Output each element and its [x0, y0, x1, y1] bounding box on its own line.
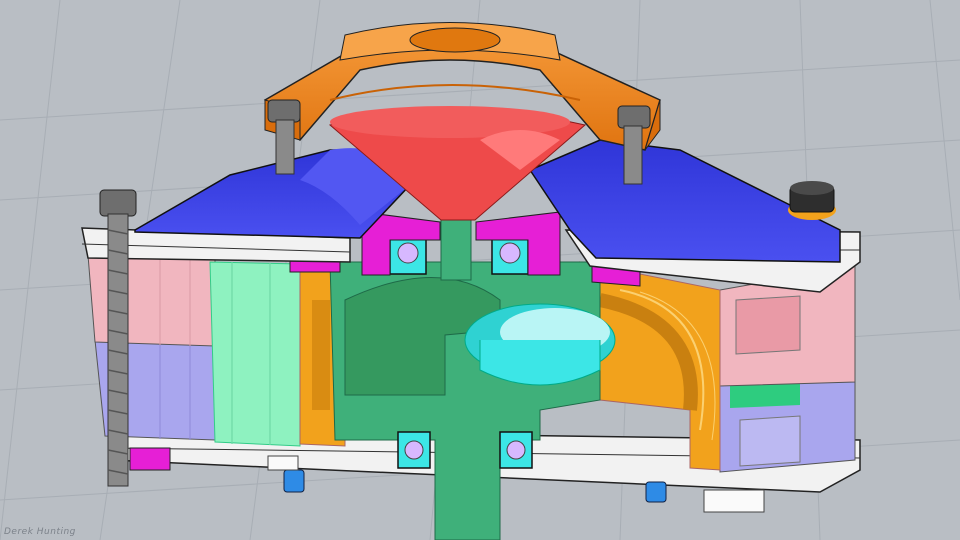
mint-spacer-block — [209, 261, 301, 447]
left-upper-block — [87, 254, 216, 347]
cad-render — [0, 0, 960, 540]
right-socket-bolt — [788, 181, 836, 220]
cad-viewport[interactable]: Derek Hunting — [0, 0, 960, 540]
cyan-bearing-cup — [464, 303, 616, 386]
artist-signature: Derek Hunting — [4, 527, 76, 537]
lower-right-bearing — [499, 431, 533, 469]
lower-left-bearing — [397, 431, 431, 469]
